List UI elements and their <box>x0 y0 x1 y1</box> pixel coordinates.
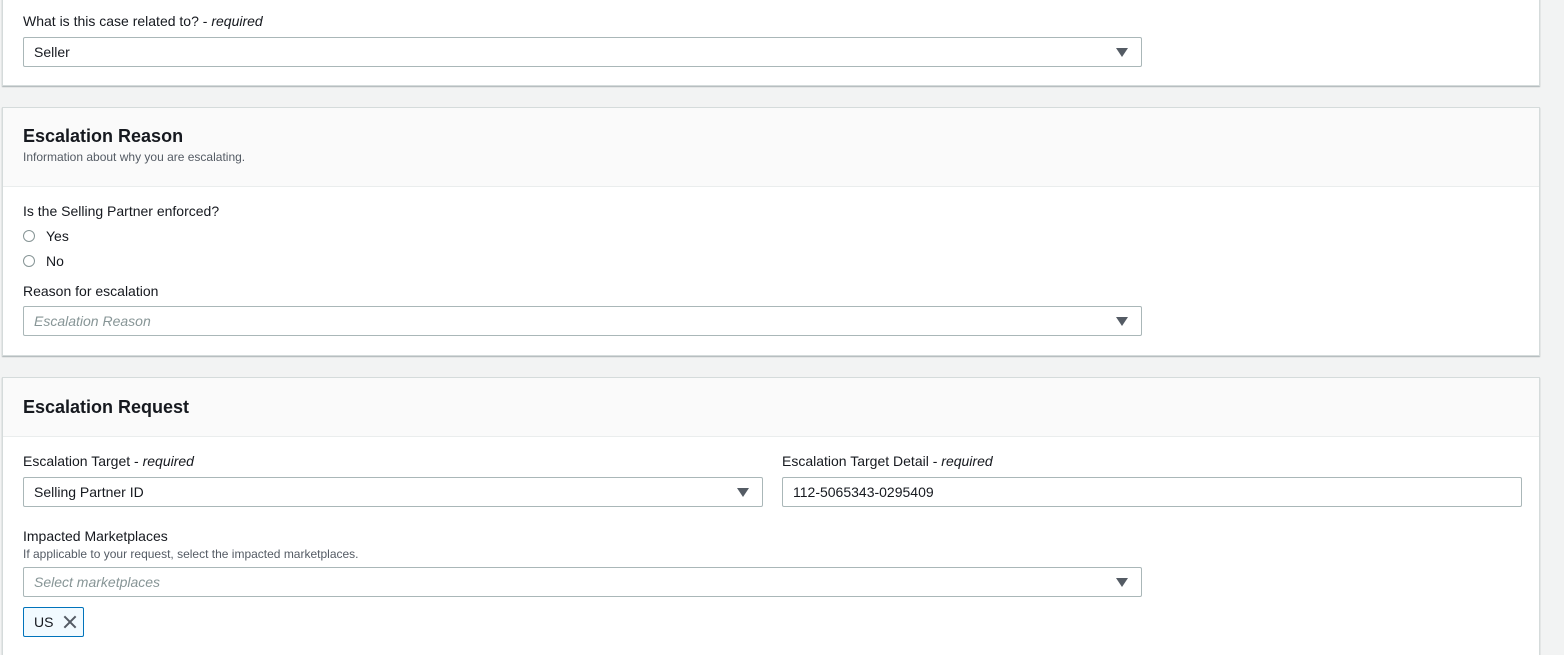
escalation-reason-panel: Escalation Reason Information about why … <box>2 107 1540 356</box>
required-separator: - <box>928 453 942 469</box>
radio-option-no[interactable]: No <box>23 251 64 271</box>
escalation-target-label-text: Escalation Target <box>23 453 131 469</box>
escalation-target-detail-label: Escalation Target Detail - required <box>782 452 993 470</box>
impacted-marketplaces-label: Impacted Marketplaces <box>23 528 168 544</box>
case-details-panel: What is this case related to? - required… <box>2 0 1540 86</box>
escalation-target-detail-value: 112-5065343-0295409 <box>793 484 934 500</box>
escalation-request-panel: Escalation Request Escalation Target - r… <box>2 377 1540 655</box>
impacted-marketplaces-help: If applicable to your request, select th… <box>23 547 359 561</box>
marketplaces-placeholder: Select marketplaces <box>34 574 161 590</box>
caret-down-icon <box>1116 317 1128 326</box>
marketplaces-multiselect[interactable]: Select marketplaces <box>23 567 1142 597</box>
radio-button-yes[interactable] <box>23 230 35 242</box>
escalation-reason-description: Information about why you are escalating… <box>23 150 246 164</box>
escalation-target-detail-label-text: Escalation Target Detail <box>782 453 929 469</box>
escalation-target-label: Escalation Target - required <box>23 452 194 470</box>
required-indicator: required <box>142 453 194 469</box>
radio-label-yes: Yes <box>46 228 69 244</box>
escalation-reason-title: Escalation Reason <box>23 126 184 146</box>
case-related-selected-value: Seller <box>34 44 70 60</box>
radio-label-no: No <box>46 253 64 269</box>
caret-down-icon <box>737 488 749 497</box>
marketplace-token-label: US <box>34 614 54 630</box>
required-separator: - <box>130 453 143 469</box>
radio-button-no[interactable] <box>23 255 35 267</box>
enforced-question-label: Is the Selling Partner enforced? <box>23 203 220 219</box>
case-related-label: What is this case related to? - required <box>23 12 263 30</box>
escalation-reason-placeholder: Escalation Reason <box>34 313 151 329</box>
caret-down-icon <box>1116 48 1128 57</box>
case-form-page: What is this case related to? - required… <box>0 0 1564 655</box>
radio-option-yes[interactable]: Yes <box>23 226 69 246</box>
escalation-target-selected-value: Selling Partner ID <box>34 484 144 500</box>
case-related-select[interactable]: Seller <box>23 37 1142 67</box>
escalation-request-title: Escalation Request <box>23 397 190 417</box>
escalation-reason-header: Escalation Reason Information about why … <box>3 108 1539 187</box>
marketplace-token-us: US <box>23 607 85 637</box>
required-separator: - <box>198 13 212 29</box>
escalation-target-detail-input[interactable]: 112-5065343-0295409 <box>782 477 1522 507</box>
reason-for-escalation-label: Reason for escalation <box>23 283 159 299</box>
required-indicator: required <box>941 453 993 469</box>
escalation-target-select[interactable]: Selling Partner ID <box>23 477 763 507</box>
caret-down-icon <box>1116 578 1128 587</box>
required-indicator: required <box>211 13 263 29</box>
escalation-reason-select[interactable]: Escalation Reason <box>23 306 1142 336</box>
escalation-request-header: Escalation Request <box>3 378 1539 437</box>
case-related-label-text: What is this case related to? <box>23 13 199 29</box>
close-icon[interactable] <box>63 615 77 629</box>
